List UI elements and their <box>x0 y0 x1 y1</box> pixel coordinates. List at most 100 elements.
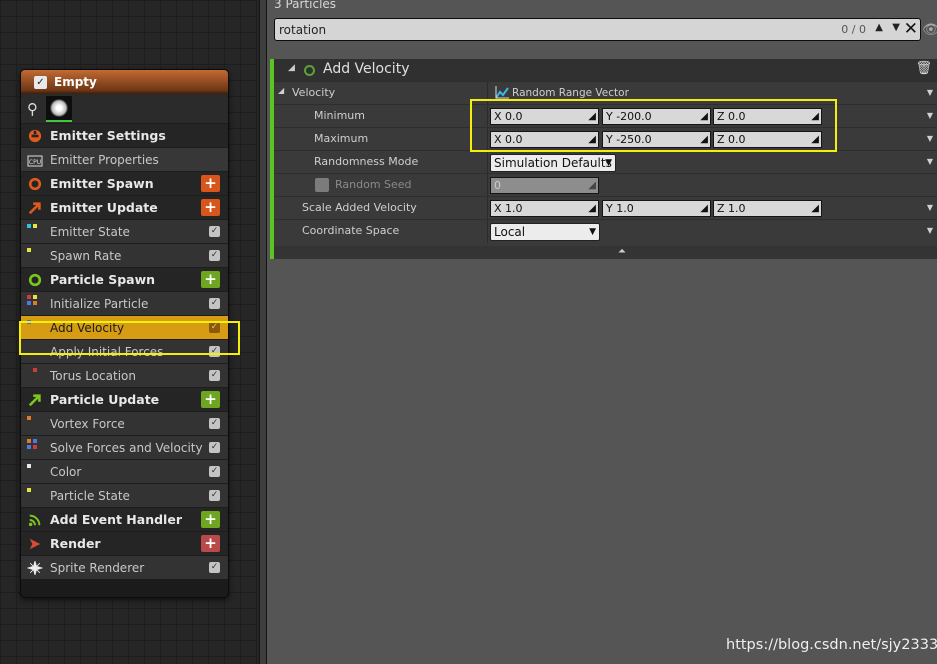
section-emitter-update[interactable]: Emitter Update + <box>21 195 228 219</box>
module-title: Add Velocity <box>323 61 410 77</box>
property-label: Scale Added Velocity <box>302 201 417 214</box>
search-match-count: 0 / 0 <box>841 23 866 36</box>
module-vortex-force[interactable]: Vortex Force ✓ <box>21 411 228 435</box>
module-enabled-checkbox[interactable]: ✓ <box>209 442 220 453</box>
property-label: Velocity <box>292 86 336 99</box>
section-particle-update[interactable]: Particle Update + <box>21 387 228 411</box>
module-enabled-checkbox[interactable]: ✓ <box>209 298 220 309</box>
options-arrow-icon[interactable]: ▼ <box>927 88 933 97</box>
collapse-advanced-bar[interactable]: ⏶ <box>274 246 937 259</box>
pin-icon[interactable]: ⚲ <box>27 100 41 118</box>
module-enabled-checkbox[interactable]: ✓ <box>209 490 220 501</box>
module-color-dots-icon <box>27 439 41 453</box>
emitter-header[interactable]: ✓ Empty <box>21 70 228 94</box>
add-module-button[interactable]: + <box>201 199 220 216</box>
coordinate-space-dropdown[interactable]: Local ▼ <box>490 223 600 241</box>
eye-icon[interactable]: 👁 <box>922 22 937 38</box>
module-emitter-state[interactable]: Emitter State ✓ <box>21 219 228 243</box>
particle-update-icon <box>28 394 41 407</box>
resize-arrow-icon[interactable]: ◢ <box>700 201 708 216</box>
dropdown-caret-icon: ▼ <box>605 158 612 168</box>
module-color-dots-icon <box>27 463 41 477</box>
module-sprite-renderer[interactable]: Sprite Renderer ✓ <box>21 555 228 579</box>
clear-search-icon[interactable]: ✕ <box>904 19 918 39</box>
module-color[interactable]: Color ✓ <box>21 459 228 483</box>
resize-arrow-icon[interactable]: ◢ <box>811 201 819 216</box>
column-divider <box>487 174 488 197</box>
row-label: Emitter State <box>50 224 130 239</box>
add-module-button[interactable]: + <box>201 511 220 528</box>
section-particle-spawn[interactable]: Particle Spawn + <box>21 267 228 291</box>
module-solve-forces-and-velocity[interactable]: Solve Forces and Velocity ✓ <box>21 435 228 459</box>
module-enabled-checkbox[interactable]: ✓ <box>209 250 220 261</box>
scale-y-field[interactable]: Y 1.0 ◢ <box>602 200 711 217</box>
module-header[interactable]: ◢ Add Velocity 🗑 <box>274 59 937 81</box>
module-initialize-particle[interactable]: Initialize Particle ✓ <box>21 291 228 315</box>
expand-up-icon[interactable]: ⏶ <box>618 246 626 257</box>
module-enabled-checkbox[interactable]: ✓ <box>209 418 220 429</box>
expand-arrow-icon[interactable]: ◢ <box>278 86 284 95</box>
add-module-button[interactable]: + <box>201 535 220 552</box>
dropdown-value: Simulation Defaults <box>494 156 612 170</box>
search-input[interactable] <box>279 21 699 38</box>
search-bar[interactable]: 0 / 0 ▲ ▼ ✕ <box>274 18 921 41</box>
module-enabled-checkbox[interactable]: ✓ <box>209 226 220 237</box>
section-emitter-settings[interactable]: Emitter Settings <box>21 123 228 147</box>
options-arrow-icon[interactable]: ▼ <box>927 111 933 120</box>
module-color-dots-icon <box>27 223 41 237</box>
panel-splitter[interactable] <box>259 0 267 664</box>
property-label: Minimum <box>314 109 365 122</box>
row-label: Torus Location <box>50 368 136 383</box>
scale-x-field[interactable]: X 1.0 ◢ <box>490 200 599 217</box>
collapse-arrow-icon[interactable]: ◢ <box>288 63 295 73</box>
row-label: Emitter Settings <box>50 128 166 143</box>
module-particle-state[interactable]: Particle State ✓ <box>21 483 228 507</box>
property-random-seed: Random Seed 0 ◢ <box>274 173 937 197</box>
module-spawn-rate[interactable]: Spawn Rate ✓ <box>21 243 228 267</box>
module-color-dots-icon <box>27 247 41 261</box>
property-scale-added-velocity: Scale Added Velocity X 1.0 ◢ Y 1.0 ◢ Z 1.0… <box>274 196 937 220</box>
add-module-button[interactable]: + <box>201 271 220 288</box>
emitter-spawn-icon <box>28 177 42 191</box>
add-module-button[interactable]: + <box>201 391 220 408</box>
random-seed-checkbox[interactable] <box>315 178 329 192</box>
section-emitter-spawn[interactable]: Emitter Spawn + <box>21 171 228 195</box>
emitter-thumbnail <box>46 95 72 122</box>
row-label: Emitter Properties <box>50 152 159 167</box>
section-add-event-handler[interactable]: Add Event Handler + <box>21 507 228 531</box>
row-label: Vortex Force <box>50 416 125 431</box>
module-enabled-checkbox[interactable]: ✓ <box>209 562 220 573</box>
options-arrow-icon[interactable]: ▼ <box>927 226 933 235</box>
property-randomness-mode: Randomness Mode Simulation Defaults ▼ ▼ <box>274 150 937 174</box>
options-arrow-icon[interactable]: ▼ <box>927 134 933 143</box>
scale-z-field[interactable]: Z 1.0 ◢ <box>713 200 822 217</box>
cpu-icon: CPU <box>27 155 43 167</box>
module-enabled-icon <box>304 65 315 76</box>
random-range-vector-icon <box>495 86 509 99</box>
highlight-box-min-max <box>470 99 837 152</box>
module-enabled-checkbox[interactable]: ✓ <box>209 370 220 381</box>
emitter-settings-icon <box>28 129 42 143</box>
property-label: Randomness Mode <box>314 155 419 168</box>
resize-arrow-icon: ◢ <box>588 180 596 191</box>
watermark: https://blog.csdn.net/sjy2333 <box>726 637 937 653</box>
add-module-button[interactable]: + <box>201 175 220 192</box>
module-color-dots-icon <box>27 367 41 381</box>
resize-arrow-icon[interactable]: ◢ <box>588 201 596 216</box>
module-emitter-properties[interactable]: CPU Emitter Properties <box>21 147 228 171</box>
options-arrow-icon[interactable]: ▼ <box>927 203 933 212</box>
next-match-icon[interactable]: ▼ <box>892 22 900 33</box>
property-label: Random Seed <box>335 178 412 191</box>
row-label: Sprite Renderer <box>50 560 145 575</box>
randomness-mode-dropdown[interactable]: Simulation Defaults ▼ <box>490 154 616 172</box>
row-label: Color <box>50 464 82 479</box>
module-torus-location[interactable]: Torus Location ✓ <box>21 363 228 387</box>
emitter-enable-checkbox[interactable]: ✓ <box>34 75 47 89</box>
previous-match-icon[interactable]: ▲ <box>875 22 883 33</box>
velocity-mode[interactable]: Random Range Vector <box>512 87 629 99</box>
module-enabled-checkbox[interactable]: ✓ <box>209 466 220 477</box>
section-render[interactable]: Render + <box>21 531 228 555</box>
delete-module-icon[interactable]: 🗑 <box>915 61 932 76</box>
emitter-thumbnail-row: ⚲ <box>21 94 228 123</box>
options-arrow-icon[interactable]: ▼ <box>927 157 933 166</box>
